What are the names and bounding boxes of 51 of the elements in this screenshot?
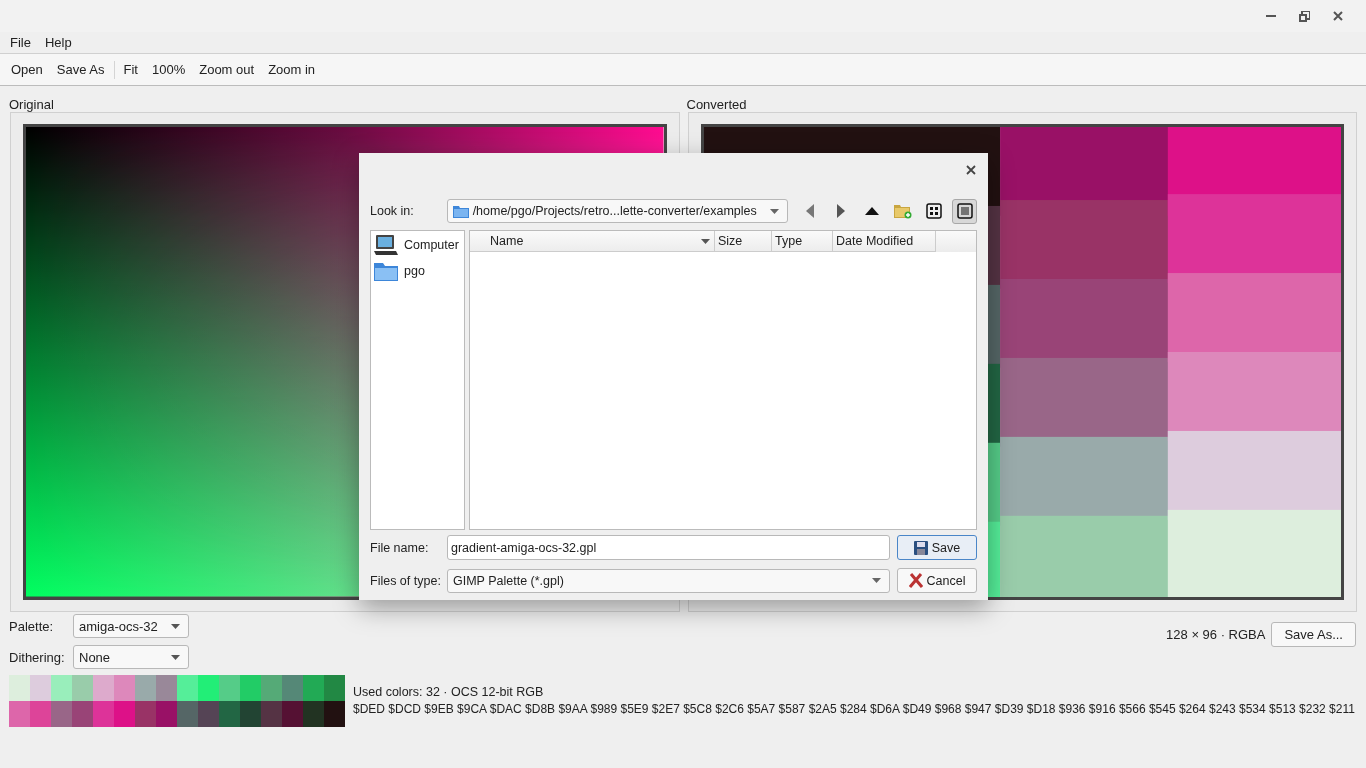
dithering-dropdown[interactable]: None: [73, 645, 189, 669]
color-codes-text: $DED $DCD $9EB $9CA $DAC $D8B $9AA $989 $5E9 $2E7 $5C8 $2C6 $5A7 $587 $2A5 $284 $D6A $D49 $968 $947 $D39 $D18 $936 $916 $566 $545 $264 $243 $534 $513 $232 $211: [353, 702, 1355, 716]
look-in-label: Look in:: [370, 204, 415, 218]
new-folder-icon: [893, 203, 912, 219]
caret-icon: [171, 623, 180, 629]
file-type-label: Files of type:: [370, 573, 442, 588]
menu-item[interactable]: File: [10, 35, 31, 50]
file-name-field[interactable]: gradient-amiga-ocs-32.gpl: [447, 535, 890, 560]
toolbar-button[interactable]: Open: [4, 59, 50, 80]
folder-icon: [452, 204, 469, 218]
toolbar-button[interactable]: Zoom out: [192, 59, 262, 80]
caret-icon: [171, 654, 180, 660]
palette-dropdown[interactable]: amiga-ocs-32: [73, 614, 189, 638]
panel-title: Original: [9, 97, 55, 112]
file-name-label: File name:: [370, 540, 430, 555]
menu-item[interactable]: Help: [44, 35, 72, 50]
restore-icon[interactable]: [1299, 10, 1310, 22]
look-in-dropdown[interactable]: /home/pgo/Projects/retro...lette-converter/examples: [446, 199, 788, 223]
cross-icon: [908, 573, 923, 588]
sidebar-item[interactable]: Computer: [372, 232, 463, 258]
detail-view-button[interactable]: [952, 198, 977, 224]
column-header[interactable]: Date Modified: [833, 231, 936, 252]
close-icon[interactable]: [966, 164, 976, 175]
caret-icon: [770, 208, 779, 214]
dithering-label: Dithering:: [9, 649, 66, 665]
right-triangle-icon: [836, 204, 845, 218]
panel-title: Converted: [686, 97, 748, 112]
left-triangle-icon: [805, 204, 814, 218]
toolbar-button[interactable]: Fit: [116, 59, 145, 80]
toolbar-button[interactable]: 100%: [144, 59, 193, 80]
palette-label: Palette:: [9, 618, 55, 634]
file-type-dropdown[interactable]: GIMP Palette (*.gpl): [447, 568, 890, 593]
save-button[interactable]: Save: [897, 535, 977, 560]
column-header[interactable]: Type: [772, 231, 833, 252]
computer-icon: [374, 234, 398, 256]
up-triangle-icon: [864, 207, 879, 215]
minimize-icon[interactable]: [1266, 14, 1276, 18]
image-info: 128 × 96 · RGBA: [1166, 626, 1266, 642]
used-colors-text: Used colors: 32 · OCS 12-bit RGB: [353, 685, 545, 699]
toolbar-button[interactable]: Zoom in: [261, 59, 323, 80]
cancel-button[interactable]: Cancel: [897, 568, 977, 593]
column-header[interactable]: Name: [470, 231, 715, 252]
close-icon[interactable]: [1333, 11, 1343, 21]
caret-icon: [872, 578, 881, 583]
grid-icon: [925, 203, 942, 219]
toolbar-button[interactable]: Save As: [49, 59, 112, 80]
sidebar-item[interactable]: pgo: [372, 258, 463, 284]
folder-icon: [374, 261, 398, 281]
save-as-button[interactable]: Save As...: [1271, 621, 1356, 647]
column-header[interactable]: Size: [715, 231, 772, 252]
file-list[interactable]: Name Size Type Date Modified: [469, 230, 977, 530]
